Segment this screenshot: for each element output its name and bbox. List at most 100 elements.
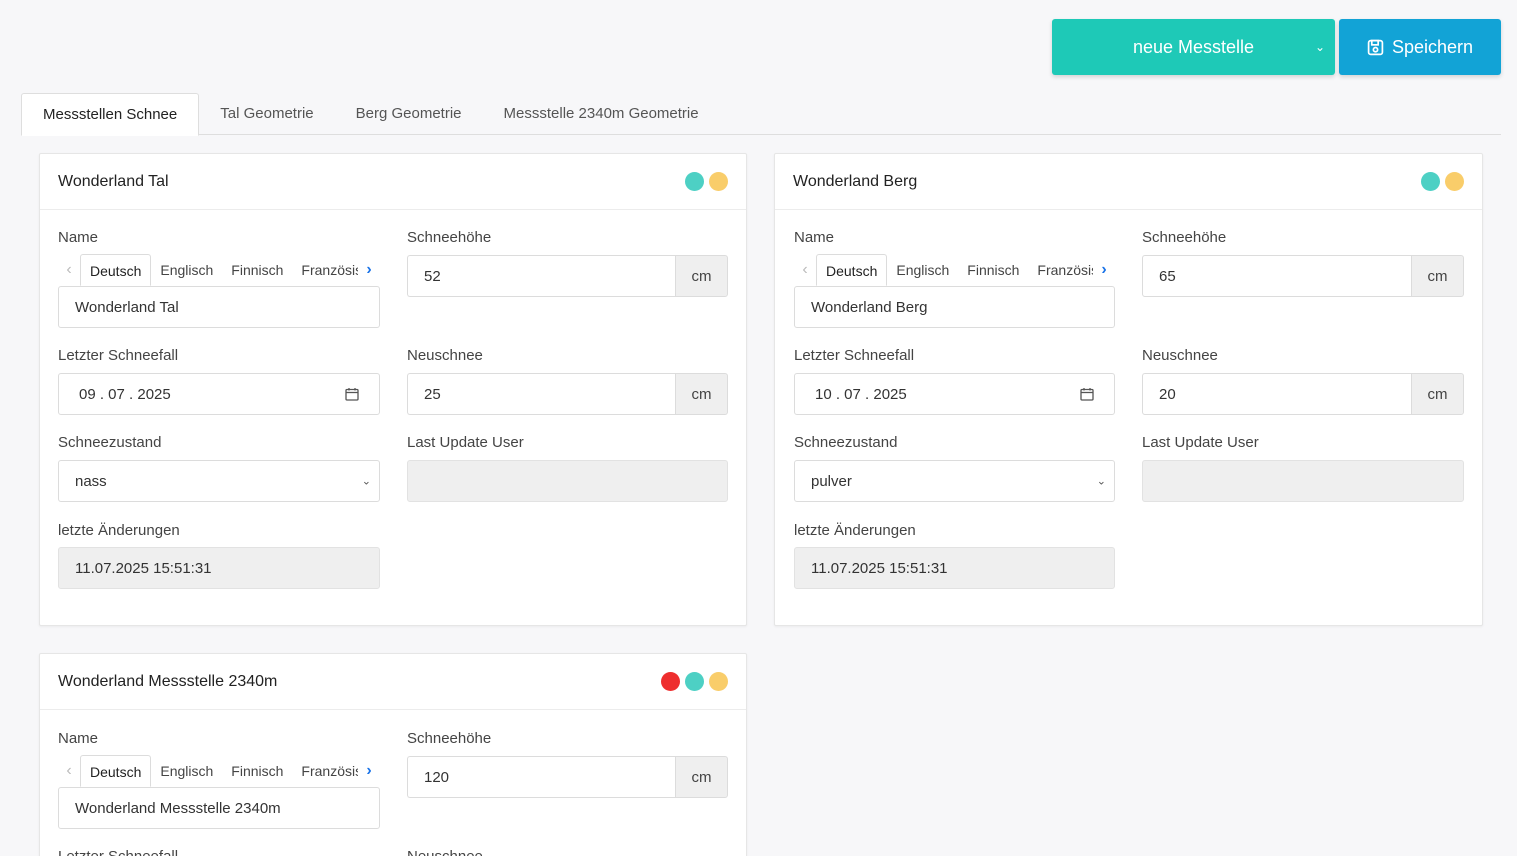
chevron-left-icon[interactable]: ‹ [794, 254, 816, 286]
language-tabs: ‹ Deutsch Englisch Finnisch Französisch … [58, 755, 380, 787]
snow-condition-label: Schneezustand [58, 434, 162, 451]
last-snowfall-value: 10 . 07 . 2025 [815, 385, 907, 403]
measuring-point-card-tal: Wonderland Tal Name ‹ Deutsch Englisch F… [39, 153, 747, 626]
chevron-down-icon[interactable]: ⌄ [1315, 40, 1325, 54]
calendar-icon[interactable] [345, 387, 359, 401]
lang-tab-deutsch[interactable]: Deutsch [80, 755, 152, 787]
name-input[interactable]: Wonderland Tal [58, 286, 380, 328]
unit-addon: cm [675, 255, 728, 297]
tab-messstelle-2340m-geometrie[interactable]: Messstelle 2340m Geometrie [483, 93, 720, 135]
chevron-left-icon[interactable]: ‹ [58, 755, 80, 787]
last-update-user-label: Last Update User [1142, 434, 1259, 451]
lang-tab-finnisch[interactable]: Finnisch [958, 254, 1028, 286]
lang-tab-englisch[interactable]: Englisch [151, 254, 222, 286]
save-button[interactable]: Speichern [1339, 19, 1501, 75]
card-title: Wonderland Berg [793, 172, 918, 190]
new-snow-label: Neuschnee [407, 347, 483, 364]
snow-height-input[interactable]: 52 [407, 255, 675, 297]
lang-tab-deutsch[interactable]: Deutsch [816, 254, 888, 286]
name-label: Name [794, 229, 835, 246]
lang-tab-franzoesisch[interactable]: Französisch [292, 254, 358, 286]
tab-messstellen-schnee[interactable]: Messstellen Schnee [21, 93, 200, 136]
measuring-point-card-2340m: Wonderland Messstelle 2340m Name ‹ Deuts… [39, 653, 747, 856]
status-dot-teal[interactable] [685, 672, 704, 691]
last-update-user-label: Last Update User [407, 434, 524, 451]
snow-condition-label: Schneezustand [794, 434, 898, 451]
snow-condition-value: nass [75, 472, 107, 490]
chevron-left-icon[interactable]: ‹ [58, 254, 80, 286]
language-tab-track: Deutsch Englisch Finnisch Französisch [80, 755, 358, 787]
new-measuring-point-label: neue Messtelle [1132, 36, 1255, 57]
status-dot-teal[interactable] [685, 172, 704, 191]
last-snowfall-date-input[interactable]: 09 . 07 . 2025 [58, 373, 380, 415]
snow-height-label: Schneehöhe [1142, 229, 1227, 246]
name-input[interactable]: Wonderland Messstelle 2340m [58, 787, 380, 829]
chevron-right-icon[interactable]: › [358, 254, 380, 286]
save-icon [1367, 39, 1384, 55]
lang-tab-finnisch[interactable]: Finnisch [222, 755, 292, 787]
card-title: Wonderland Tal [58, 172, 169, 190]
new-snow-label: Neuschnee [1142, 347, 1218, 364]
status-dot-yellow[interactable] [709, 172, 728, 191]
status-dot-teal[interactable] [1421, 172, 1440, 191]
status-dot-yellow[interactable] [1445, 172, 1464, 191]
calendar-icon[interactable] [1080, 387, 1094, 401]
new-measuring-point-button[interactable]: neue Messtelle ⌄ [1052, 19, 1335, 75]
status-dot-red[interactable] [661, 672, 680, 691]
name-input[interactable]: Wonderland Berg [794, 286, 1115, 328]
last-changes-field: 11.07.2025 15:51:31 [794, 547, 1115, 589]
last-update-user-field [1142, 460, 1464, 502]
unit-addon: cm [675, 373, 728, 415]
main-tabs: Messstellen Schnee Tal Geometrie Berg Ge… [21, 93, 1501, 136]
snow-height-label: Schneehöhe [407, 730, 492, 747]
status-dots [685, 172, 728, 191]
unit-addon: cm [675, 756, 728, 798]
language-tabs: ‹ Deutsch Englisch Finnisch Französisch … [794, 254, 1115, 286]
snow-height-input[interactable]: 65 [1142, 255, 1411, 297]
last-changes-field: 11.07.2025 15:51:31 [58, 547, 380, 589]
last-snowfall-label: Letzter Schneefall [794, 347, 915, 364]
last-snowfall-value: 09 . 07 . 2025 [79, 385, 171, 403]
snow-condition-value: pulver [811, 472, 852, 490]
snow-condition-select[interactable]: pulver ⌄ [794, 460, 1115, 502]
snow-condition-select[interactable]: nass ⌄ [58, 460, 380, 502]
unit-addon: cm [1411, 255, 1464, 297]
tab-berg-geometrie[interactable]: Berg Geometrie [335, 93, 483, 135]
snow-height-input[interactable]: 120 [407, 756, 675, 798]
last-changes-label: letzte Änderungen [794, 522, 916, 539]
name-label: Name [58, 229, 99, 246]
lang-tab-franzoesisch[interactable]: Französisch [292, 755, 358, 787]
new-snow-input[interactable]: 25 [407, 373, 675, 415]
last-changes-label: letzte Änderungen [58, 522, 180, 539]
unit-addon: cm [1411, 373, 1464, 415]
language-tabs: ‹ Deutsch Englisch Finnisch Französisch … [58, 254, 380, 286]
lang-tab-franzoesisch[interactable]: Französisch [1028, 254, 1093, 286]
save-label: Speichern [1391, 36, 1474, 57]
snow-height-group: 65 cm [1142, 255, 1464, 297]
toolbar: neue Messtelle ⌄ Speichern [1052, 19, 1501, 75]
card-title: Wonderland Messstelle 2340m [58, 672, 278, 690]
chevron-right-icon[interactable]: › [1093, 254, 1115, 286]
lang-tab-finnisch[interactable]: Finnisch [222, 254, 292, 286]
last-snowfall-date-input[interactable]: 10 . 07 . 2025 [794, 373, 1115, 415]
lang-tab-deutsch[interactable]: Deutsch [80, 254, 152, 286]
tab-tal-geometrie[interactable]: Tal Geometrie [199, 93, 334, 135]
snow-height-group: 120 cm [407, 756, 728, 798]
new-snow-group: 20 cm [1142, 373, 1464, 415]
last-snowfall-label: Letzter Schneefall [58, 848, 178, 856]
lang-tab-englisch[interactable]: Englisch [887, 254, 958, 286]
name-label: Name [58, 730, 99, 747]
lang-tab-englisch[interactable]: Englisch [151, 755, 222, 787]
chevron-right-icon[interactable]: › [358, 755, 380, 787]
status-dots [1421, 172, 1464, 191]
card-header: Wonderland Berg [775, 154, 1482, 210]
measuring-point-card-berg: Wonderland Berg Name ‹ Deutsch Englisch … [774, 153, 1483, 626]
new-snow-input[interactable]: 20 [1142, 373, 1411, 415]
language-tab-track: Deutsch Englisch Finnisch Französisch [816, 254, 1093, 286]
card-header: Wonderland Tal [40, 154, 746, 210]
chevron-down-icon: ⌄ [361, 475, 371, 488]
new-snow-group: 25 cm [407, 373, 728, 415]
card-header: Wonderland Messstelle 2340m [40, 654, 746, 710]
snow-height-group: 52 cm [407, 255, 728, 297]
status-dot-yellow[interactable] [709, 672, 728, 691]
